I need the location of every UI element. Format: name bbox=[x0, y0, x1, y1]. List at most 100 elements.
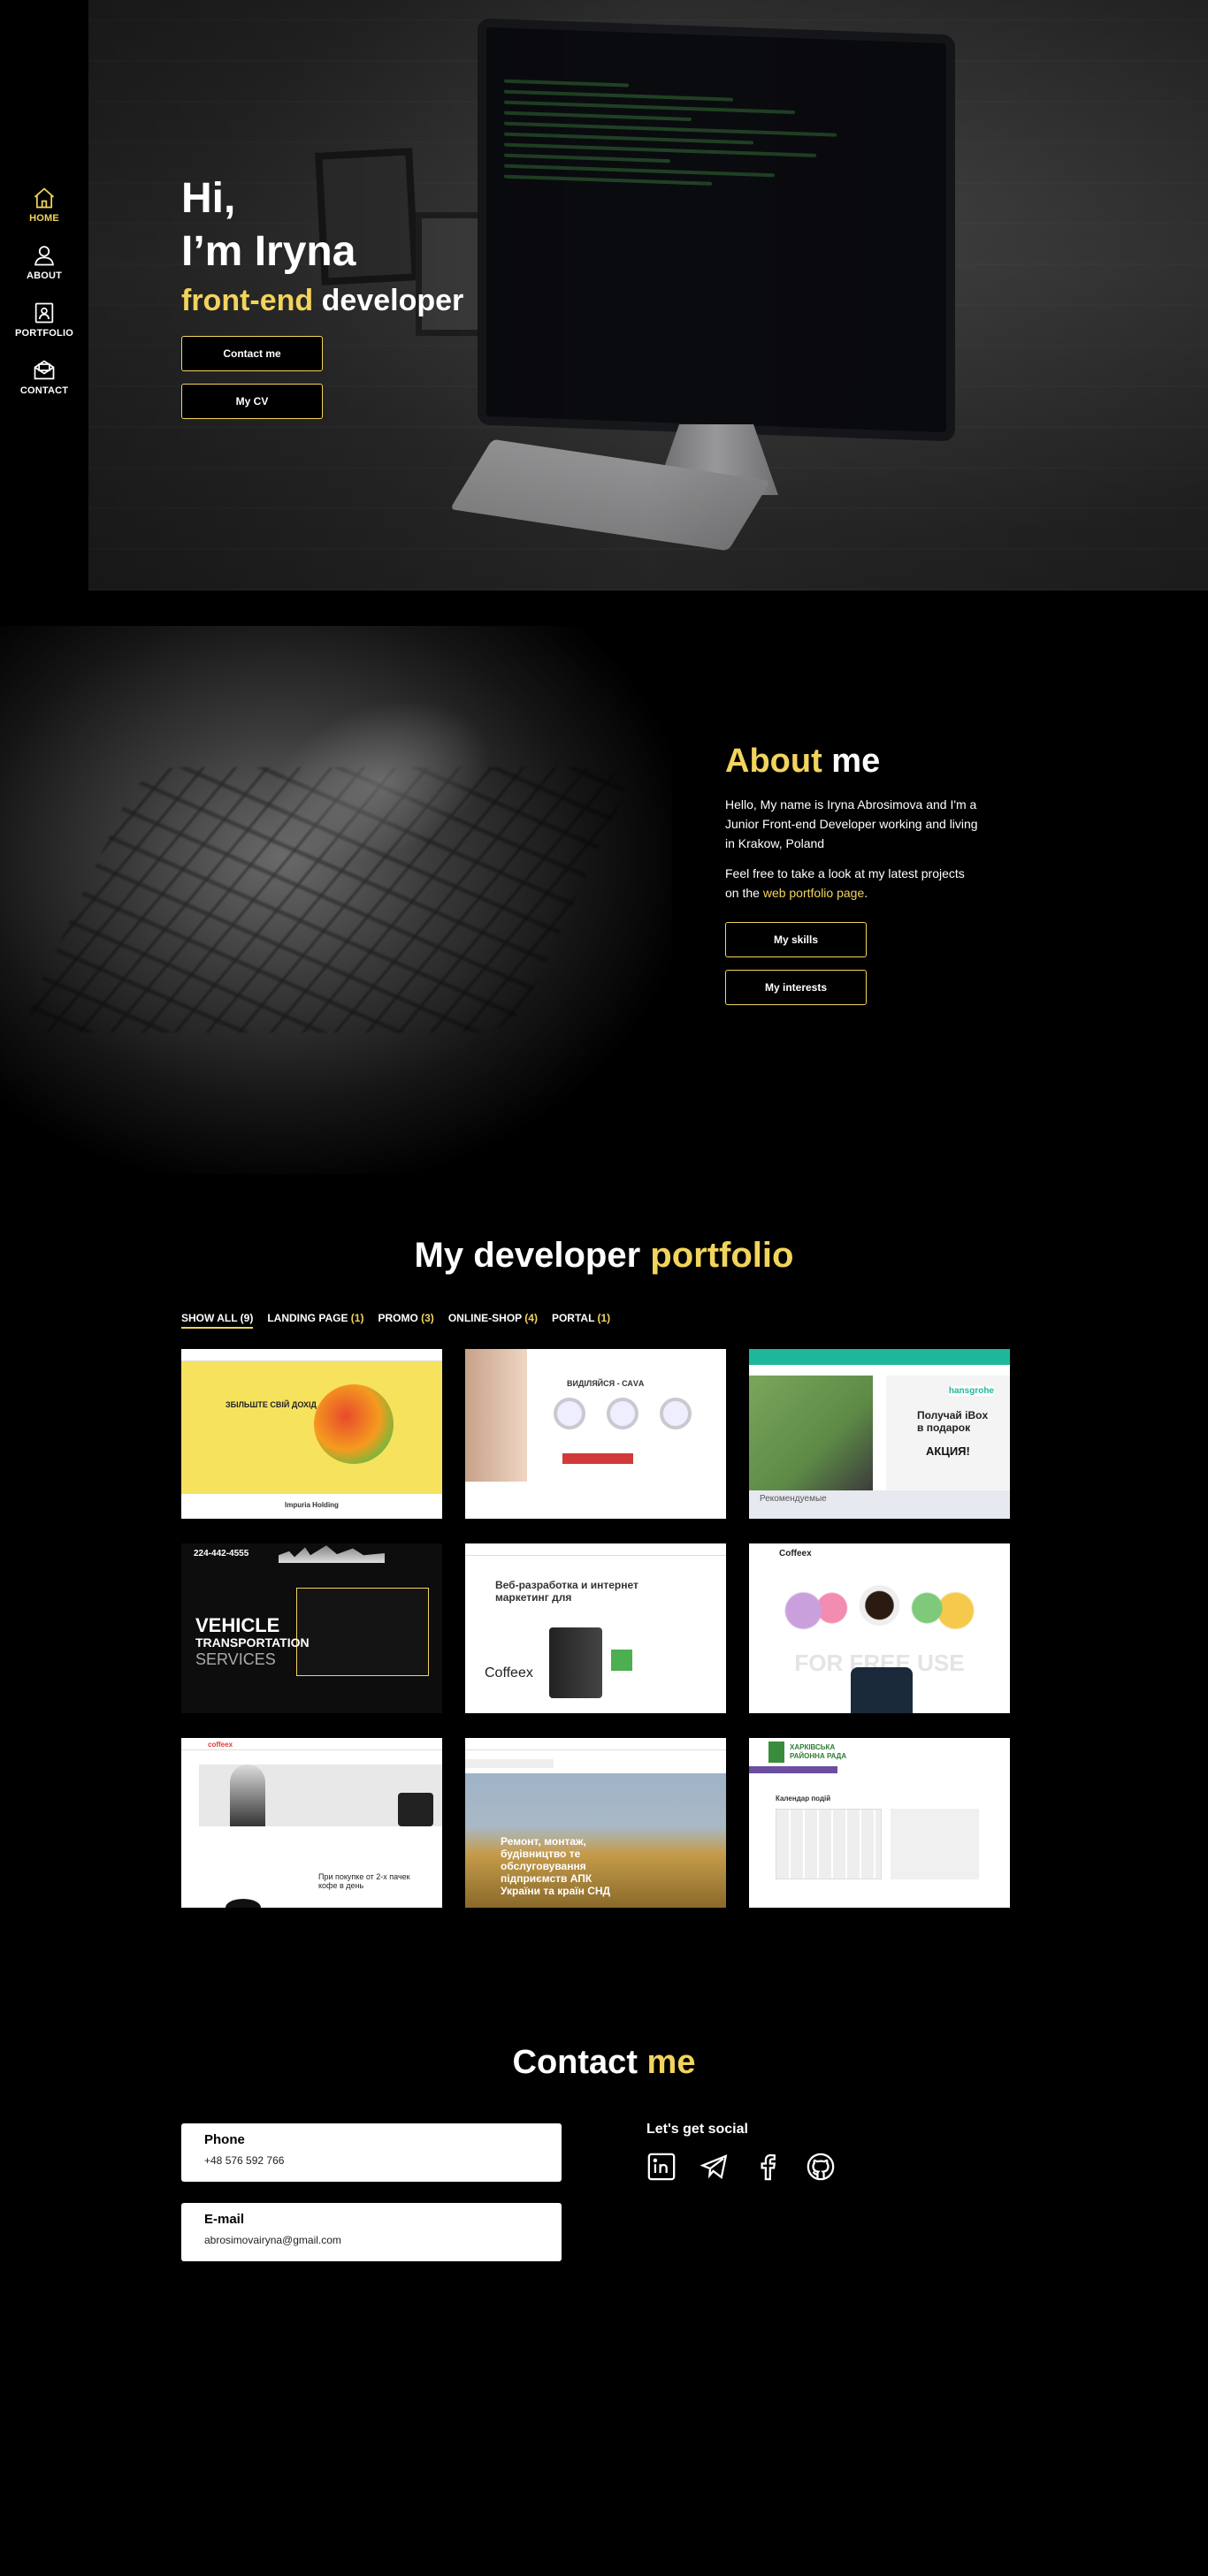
card-title-3: SERVICES bbox=[195, 1650, 276, 1668]
card-title: ХАРКІВСЬКА РАЙОННА РАДА bbox=[790, 1743, 847, 1760]
card-title-1: VEHICLE bbox=[195, 1614, 280, 1636]
contact-title: Contact me bbox=[0, 2044, 1208, 2082]
portfolio-card-impuria[interactable]: ЗБІЛЬШТЕ СВІЙ ДОХІД Impuria Holding bbox=[181, 1349, 442, 1519]
contact-me-button[interactable]: Contact me bbox=[181, 336, 323, 371]
card-brand: hansgrohe bbox=[948, 1386, 994, 1396]
nav-item-about[interactable]: ABOUT bbox=[0, 243, 88, 301]
coffee-machine-image bbox=[398, 1793, 433, 1826]
coffee-cups-image bbox=[784, 1579, 975, 1632]
hero-role-accent: front-end bbox=[181, 284, 314, 317]
portfolio-link[interactable]: web portfolio page bbox=[763, 886, 864, 900]
portfolio-card-agro[interactable]: Ремонт, монтаж, будівництво те обслугову… bbox=[465, 1738, 726, 1908]
about-buttons: My skills My interests bbox=[725, 922, 982, 1005]
card-header bbox=[465, 1543, 726, 1556]
card-bottom-label: Рекомендуемые bbox=[760, 1494, 827, 1504]
model-image bbox=[465, 1349, 527, 1482]
contact-title-before: Contact bbox=[512, 2044, 647, 2081]
nav-item-home[interactable]: HOME bbox=[0, 186, 88, 243]
about-intro: Hello, My name is Iryna Abrosimova and I… bbox=[725, 797, 978, 850]
nav-label-contact: CONTACT bbox=[19, 385, 69, 396]
portfolio-card-cava[interactable]: ВИДІЛЯЙСЯ - САVА bbox=[465, 1349, 726, 1519]
contact-icon bbox=[34, 360, 55, 380]
portfolio-card-hansgrohe[interactable]: hansgrohe Получай iBox в подарок АКЦИЯ! … bbox=[749, 1349, 1010, 1519]
card-text: При покупке от 2-х пачек кофе в день bbox=[318, 1872, 410, 1890]
nav-item-contact[interactable]: CONTACT bbox=[0, 358, 88, 415]
filter-label: LANDING PAGE bbox=[267, 1312, 351, 1324]
portfolio-section: My developer portfolio SHOW ALL (9) LAND… bbox=[0, 1174, 1208, 1970]
card-section: Календар подій bbox=[776, 1795, 831, 1802]
filter-count: (4) bbox=[524, 1312, 538, 1324]
typing-hands-image bbox=[0, 626, 672, 1174]
email-label: E-mail bbox=[204, 2212, 245, 2227]
portfolio-title: My developer portfolio bbox=[0, 1236, 1208, 1276]
filter-online-shop[interactable]: ONLINE-SHOP (4) bbox=[448, 1312, 538, 1329]
coffee-machine-image bbox=[851, 1667, 913, 1713]
booking-panel bbox=[296, 1588, 429, 1676]
card-title-2: TRANSPORTATION bbox=[195, 1635, 310, 1650]
contact-section: Contact me Phone +48 576 592 766 E-mail … bbox=[0, 1970, 1208, 2576]
portfolio-title-accent: portfolio bbox=[650, 1236, 794, 1275]
nav-label-portfolio: PORTFOLIO bbox=[15, 328, 73, 339]
filter-show-all[interactable]: SHOW ALL (9) bbox=[181, 1312, 254, 1329]
github-icon[interactable] bbox=[806, 2152, 836, 2182]
filter-promo[interactable]: PROMO (3) bbox=[378, 1312, 433, 1329]
phone-card[interactable]: Phone +48 576 592 766 bbox=[181, 2123, 562, 2182]
product-image bbox=[749, 1376, 873, 1490]
sidebar-nav: HOME ABOUT PORTFOLIO CONTACT bbox=[0, 186, 88, 415]
about-section: About me Hello, My name is Iryna Abrosim… bbox=[0, 591, 1208, 1174]
about-title-rest: me bbox=[822, 743, 881, 780]
filter-label: PORTAL bbox=[551, 1312, 598, 1324]
portfolio-icon bbox=[34, 302, 54, 324]
my-interests-button[interactable]: My interests bbox=[725, 970, 867, 1005]
card-header bbox=[749, 1349, 1010, 1365]
card-header bbox=[465, 1738, 726, 1750]
card-promo-2: АКЦИЯ! bbox=[926, 1444, 970, 1458]
home-icon bbox=[34, 187, 55, 209]
card-brand: coffeex bbox=[208, 1741, 233, 1749]
card-header bbox=[749, 1738, 1010, 1766]
filter-label: PROMO bbox=[378, 1312, 422, 1324]
filter-portal[interactable]: PORTAL (1) bbox=[552, 1312, 610, 1329]
social-icons bbox=[646, 2152, 836, 2182]
hero-role: front-end developer bbox=[181, 284, 463, 318]
sidebar: HOME ABOUT PORTFOLIO CONTACT bbox=[0, 0, 88, 591]
my-cv-button[interactable]: My CV bbox=[181, 384, 323, 419]
card-nav bbox=[465, 1759, 554, 1768]
portfolio-title-before: My developer bbox=[414, 1236, 651, 1275]
filter-count: (3) bbox=[421, 1312, 434, 1324]
about-cta: Feel free to take a look at my latest pr… bbox=[725, 864, 982, 903]
crest-icon bbox=[768, 1741, 784, 1763]
nav-label-home: HOME bbox=[29, 213, 59, 224]
telegram-icon[interactable] bbox=[700, 2152, 730, 2182]
card-phone: 224-442-4555 bbox=[194, 1549, 249, 1559]
card-brand: Coffeex bbox=[485, 1665, 533, 1680]
filter-count: (1) bbox=[597, 1312, 611, 1324]
card-brand: Coffeex bbox=[779, 1549, 812, 1559]
portfolio-card-portal[interactable]: ХАРКІВСЬКА РАЙОННА РАДА Календар подій bbox=[749, 1738, 1010, 1908]
about-title: About me bbox=[725, 743, 982, 781]
portfolio-filters: SHOW ALL (9) LANDING PAGE (1) PROMO (3) … bbox=[181, 1312, 610, 1329]
ring-image bbox=[607, 1398, 638, 1429]
card-cta-bar bbox=[562, 1453, 633, 1464]
email-card[interactable]: E-mail abrosimovairyna@gmail.com bbox=[181, 2203, 562, 2261]
nav-label-about: ABOUT bbox=[26, 271, 63, 281]
my-skills-button[interactable]: My skills bbox=[725, 922, 867, 957]
hero-name: I’m Iryna bbox=[181, 228, 356, 275]
card-header bbox=[181, 1349, 442, 1361]
card-headline: ВИДІЛЯЙСЯ - САVА bbox=[567, 1379, 645, 1388]
filter-count: (1) bbox=[350, 1312, 364, 1324]
person-image bbox=[230, 1764, 265, 1826]
hero-buttons: Contact me My CV bbox=[181, 336, 323, 419]
nav-item-portfolio[interactable]: PORTFOLIO bbox=[0, 301, 88, 358]
portfolio-card-coffeex[interactable]: Coffeex FOR FREE USE bbox=[749, 1543, 1010, 1713]
facebook-icon[interactable] bbox=[753, 2152, 783, 2182]
portfolio-card-webdev[interactable]: Веб-разработка и интернет маркетинг для … bbox=[465, 1543, 726, 1713]
filter-label: ONLINE-SHOP bbox=[447, 1312, 525, 1324]
card-headline: ЗБІЛЬШТЕ СВІЙ ДОХІД bbox=[226, 1400, 317, 1409]
portfolio-card-transport[interactable]: 224-442-4555 VEHICLE TRANSPORTATION SERV… bbox=[181, 1543, 442, 1713]
card-footer: Impuria Holding bbox=[285, 1501, 339, 1509]
filter-landing-page[interactable]: LANDING PAGE (1) bbox=[267, 1312, 363, 1329]
portfolio-card-coffeex-shop[interactable]: coffeex При покупке от 2-х пачек кофе в … bbox=[181, 1738, 442, 1908]
card-title: VEHICLE TRANSPORTATION SERVICES bbox=[195, 1616, 310, 1669]
linkedin-icon[interactable] bbox=[646, 2152, 677, 2182]
